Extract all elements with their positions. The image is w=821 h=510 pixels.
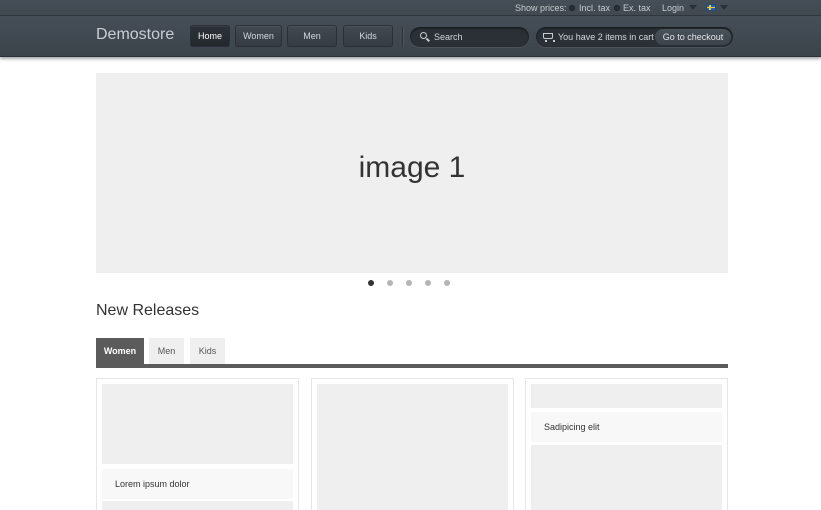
search-icon	[420, 32, 427, 39]
section-title: New Releases	[96, 302, 200, 319]
tab-men[interactable]: Men	[149, 338, 184, 364]
nav-divider	[402, 27, 403, 47]
hero-slider[interactable]: image 1	[96, 73, 728, 273]
incl-tax-radio[interactable]	[569, 5, 575, 11]
nav-men[interactable]: Men	[287, 25, 337, 47]
nav-home[interactable]: Home	[190, 25, 230, 47]
product-card[interactable]: Lorem ipsum dolor	[96, 378, 299, 510]
product-card[interactable]: Sadipicing elit	[525, 378, 728, 510]
nav-kids[interactable]: Kids	[343, 25, 393, 47]
product-image-placeholder[interactable]	[102, 384, 293, 464]
language-chevron-down-icon[interactable]	[720, 5, 728, 10]
tab-underline	[96, 364, 728, 368]
product-tabs: Women Men Kids	[96, 338, 728, 368]
product-caption[interactable]: Sadipicing elit	[544, 422, 600, 432]
brand-logo[interactable]: Demostore	[96, 26, 174, 44]
checkout-button[interactable]: Go to checkout	[655, 29, 731, 45]
nav-women[interactable]: Women	[235, 25, 282, 47]
product-image-placeholder[interactable]	[531, 384, 722, 408]
product-caption[interactable]: Lorem ipsum dolor	[115, 479, 190, 489]
tab-kids[interactable]: Kids	[190, 338, 225, 364]
cart-box[interactable]: You have 2 items in cart Go to checkout	[536, 27, 733, 47]
cart-summary[interactable]: You have 2 items in cart	[558, 32, 654, 42]
slider-dot[interactable]	[387, 280, 393, 286]
product-image-placeholder[interactable]	[317, 384, 508, 510]
utility-bar: Show prices: Incl. tax Ex. tax Login	[0, 0, 821, 16]
swedish-flag-icon[interactable]	[706, 4, 716, 11]
slider-dot[interactable]	[444, 280, 450, 286]
product-card[interactable]	[311, 378, 514, 510]
search-input[interactable]	[434, 30, 524, 44]
product-image-placeholder[interactable]	[531, 445, 722, 510]
incl-tax-label[interactable]: Incl. tax	[579, 3, 610, 13]
slider-dot[interactable]	[406, 280, 412, 286]
cart-icon	[543, 33, 555, 42]
product-image-placeholder[interactable]	[102, 501, 293, 510]
ex-tax-radio[interactable]	[614, 5, 620, 11]
slider-dot[interactable]	[425, 280, 431, 286]
site-header: Show prices: Incl. tax Ex. tax Login Dem…	[0, 0, 821, 57]
login-chevron-down-icon[interactable]	[689, 5, 697, 10]
login-link[interactable]: Login	[662, 3, 684, 13]
slide-label: image 1	[358, 151, 466, 184]
search-box[interactable]	[410, 27, 529, 47]
ex-tax-label[interactable]: Ex. tax	[623, 3, 651, 13]
tab-women[interactable]: Women	[96, 338, 144, 366]
slider-dot[interactable]	[368, 280, 374, 286]
show-prices-label: Show prices:	[515, 3, 567, 13]
